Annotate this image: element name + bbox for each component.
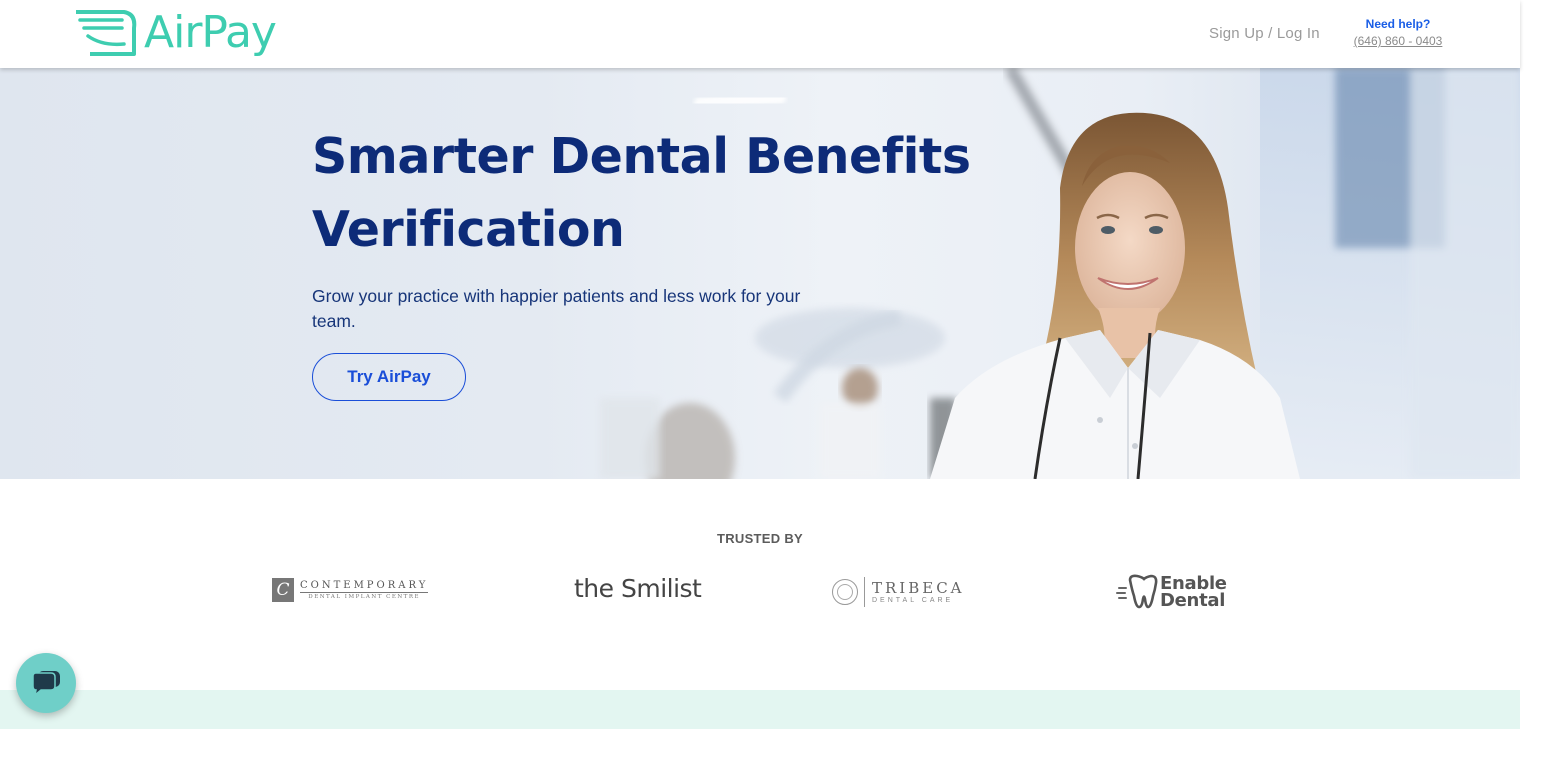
dental-text: Dental (1160, 590, 1226, 611)
mint-section-band (0, 690, 1520, 729)
hero-subtitle: Grow your practice with happier patients… (312, 286, 801, 331)
hero-title: Smarter Dental Benefits Verification (312, 120, 971, 266)
tribeca-logo: TRIBECA DENTAL CARE (832, 577, 965, 607)
need-help-label: Need help? (1365, 17, 1431, 31)
help-block: Need help? (646) 860 - 0403 (1348, 17, 1448, 48)
site-header: AirPay Sign Up / Log In Need help? (646)… (0, 0, 1520, 68)
smilist-logo: the Smilist (574, 574, 702, 603)
airpay-logo[interactable]: AirPay (74, 7, 277, 58)
help-phone-link[interactable]: (646) 860 - 0403 (1348, 34, 1448, 48)
chat-widget-button[interactable] (16, 653, 76, 713)
wings-icon (76, 10, 137, 56)
contemporary-sub-text: DENTAL IMPLANT CENTRE (308, 594, 420, 600)
contemporary-mark: C (272, 578, 294, 602)
enable-dental-logo: Enable Dental (1116, 574, 1227, 610)
trusted-by-label: TRUSTED BY (716, 531, 804, 546)
tribeca-seal-icon (832, 579, 858, 605)
enable-dental-wordmark: Enable Dental (1160, 575, 1227, 611)
contemporary-wordmark: CONTEMPORARY DENTAL IMPLANT CENTRE (300, 580, 429, 600)
tribeca-main-text: TRIBECA (872, 579, 965, 597)
contemporary-logo: C CONTEMPORARY DENTAL IMPLANT CENTRE (272, 578, 429, 602)
tribeca-sub-text: DENTAL CARE (872, 597, 954, 604)
signup-login-link[interactable]: Sign Up / Log In (1209, 25, 1320, 42)
hero-section: Smarter Dental Benefits Verification Gro… (0, 68, 1520, 479)
tribeca-wordmark: TRIBECA DENTAL CARE (872, 580, 965, 604)
logo-text: AirPay (144, 7, 277, 58)
hero-title-line-1: Smarter Dental Benefits (312, 128, 971, 185)
chat-bubbles-icon (32, 671, 60, 697)
hero-title-line-2: Verification (312, 201, 625, 258)
smilist-wordmark: the Smilist (574, 574, 702, 603)
try-airpay-button[interactable]: Try AirPay (312, 353, 466, 401)
contemporary-main-text: CONTEMPORARY (300, 580, 429, 593)
tribeca-divider (864, 577, 865, 607)
tooth-icon (1116, 574, 1158, 609)
